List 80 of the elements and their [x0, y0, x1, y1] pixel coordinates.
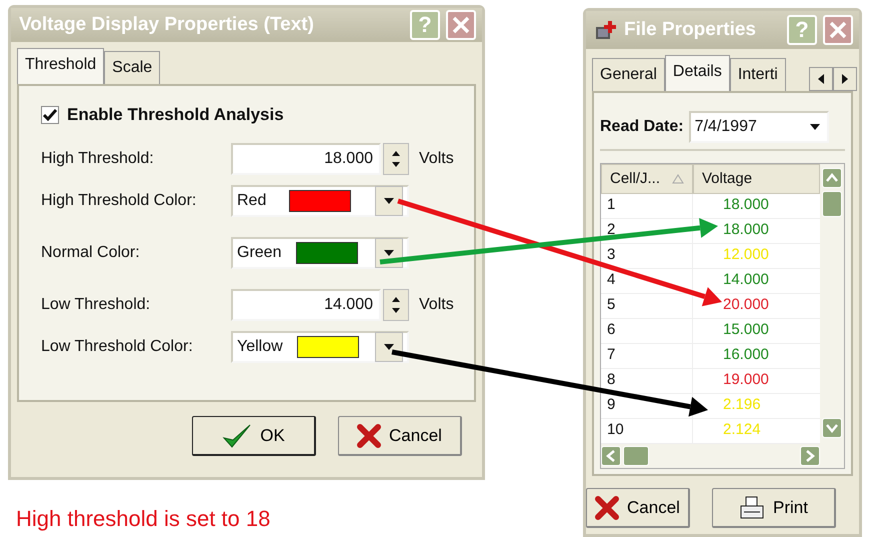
- scrollbar-thumb[interactable]: [623, 446, 649, 466]
- app-icon: [594, 19, 618, 41]
- tab[interactable]: Details: [664, 55, 730, 91]
- table-cell: 3: [601, 244, 693, 268]
- spin-button[interactable]: [383, 142, 409, 174]
- table-cell-text: 18.000: [722, 195, 770, 215]
- caret-icon: [382, 342, 395, 350]
- cross-icon: [357, 424, 382, 448]
- date-dropdown[interactable]: 7/4/1997: [688, 111, 829, 143]
- scroll-right-button[interactable]: [833, 67, 857, 91]
- scrollbar-thumb[interactable]: [822, 191, 842, 217]
- column-header[interactable]: Voltage: [693, 164, 820, 194]
- table-cell-text: 2.196: [722, 395, 762, 415]
- table-cell: 4: [601, 269, 693, 293]
- unit-label: Volts: [419, 294, 454, 314]
- scroll-up-button[interactable]: [822, 168, 842, 188]
- checkbox[interactable]: [41, 106, 59, 124]
- number-field[interactable]: 18.000: [231, 142, 381, 174]
- table-cell-text: 15.000: [722, 320, 770, 340]
- close-icon: [829, 21, 847, 39]
- tab[interactable]: Interti: [730, 58, 786, 91]
- table-cell-text: 20.000: [722, 295, 770, 315]
- scroll-left-button[interactable]: [809, 67, 833, 91]
- table-cell: 5: [601, 294, 693, 318]
- left-chevron-icon: [606, 450, 616, 462]
- cross-icon: [595, 496, 620, 520]
- tab[interactable]: Threshold: [17, 48, 104, 84]
- left-arrow-icon: [817, 73, 825, 85]
- window-title: Voltage Display Properties (Text): [19, 12, 315, 37]
- table-cell-text: 14.000: [722, 270, 770, 290]
- spin-button[interactable]: [383, 288, 409, 320]
- caret-icon: [808, 123, 821, 131]
- tab[interactable]: General: [592, 58, 665, 91]
- caret-icon: [382, 196, 395, 204]
- print-button[interactable]: Print: [712, 488, 836, 528]
- caption-text: High threshold is set to 18: [16, 505, 272, 533]
- up-chevron-icon: [826, 173, 838, 183]
- field-label: Read Date:: [600, 117, 684, 137]
- close-icon: [452, 16, 470, 34]
- table-cell: 1: [601, 194, 693, 218]
- down-chevron-icon: [826, 423, 838, 433]
- caret-icon: [383, 248, 395, 256]
- check-icon: [43, 108, 57, 121]
- table-cell-text: 16.000: [722, 345, 770, 365]
- table-cell: 2: [601, 219, 693, 243]
- close-button[interactable]: [446, 10, 476, 40]
- table-cell: 10: [601, 419, 693, 443]
- table-cell-text: 2.124: [722, 420, 762, 440]
- up-down-icon: [391, 294, 401, 314]
- ok-button[interactable]: OK: [192, 416, 316, 456]
- scroll-down-button[interactable]: [822, 418, 842, 438]
- window-title: File Properties: [624, 18, 757, 42]
- field-label: High Threshold Color:: [41, 190, 198, 210]
- table-cell-text: 18.000: [722, 220, 770, 240]
- table-cell: 6: [601, 319, 693, 343]
- color-dropdown[interactable]: Green: [231, 236, 409, 268]
- table-cell: 7: [601, 344, 693, 368]
- up-down-icon: [391, 148, 401, 168]
- checkbox-label: Enable Threshold Analysis: [67, 104, 284, 126]
- printer-icon: [739, 496, 766, 520]
- right-arrow-icon: [841, 73, 849, 85]
- tab[interactable]: Scale: [104, 51, 160, 84]
- close-button[interactable]: [823, 15, 853, 45]
- color-dropdown[interactable]: Red: [231, 184, 409, 216]
- color-dropdown[interactable]: Yellow: [231, 330, 409, 362]
- cancel-button[interactable]: Cancel: [586, 488, 690, 528]
- number-field[interactable]: 14.000: [231, 288, 381, 320]
- field-label: Low Threshold:: [41, 294, 152, 314]
- table-cell-text: 12.000: [722, 245, 770, 265]
- field-label: Low Threshold Color:: [41, 336, 194, 356]
- table-cell-text: 19.000: [722, 370, 770, 390]
- right-chevron-icon: [805, 450, 815, 462]
- column-header[interactable]: Cell/J...: [601, 164, 693, 194]
- cancel-button[interactable]: Cancel: [338, 416, 462, 456]
- table-cell: 8: [601, 369, 693, 393]
- field-label: High Threshold:: [41, 148, 155, 168]
- field-label: Normal Color:: [41, 242, 141, 262]
- check-icon: [222, 422, 252, 448]
- sort-icon: [672, 174, 684, 184]
- unit-label: Volts: [419, 148, 454, 168]
